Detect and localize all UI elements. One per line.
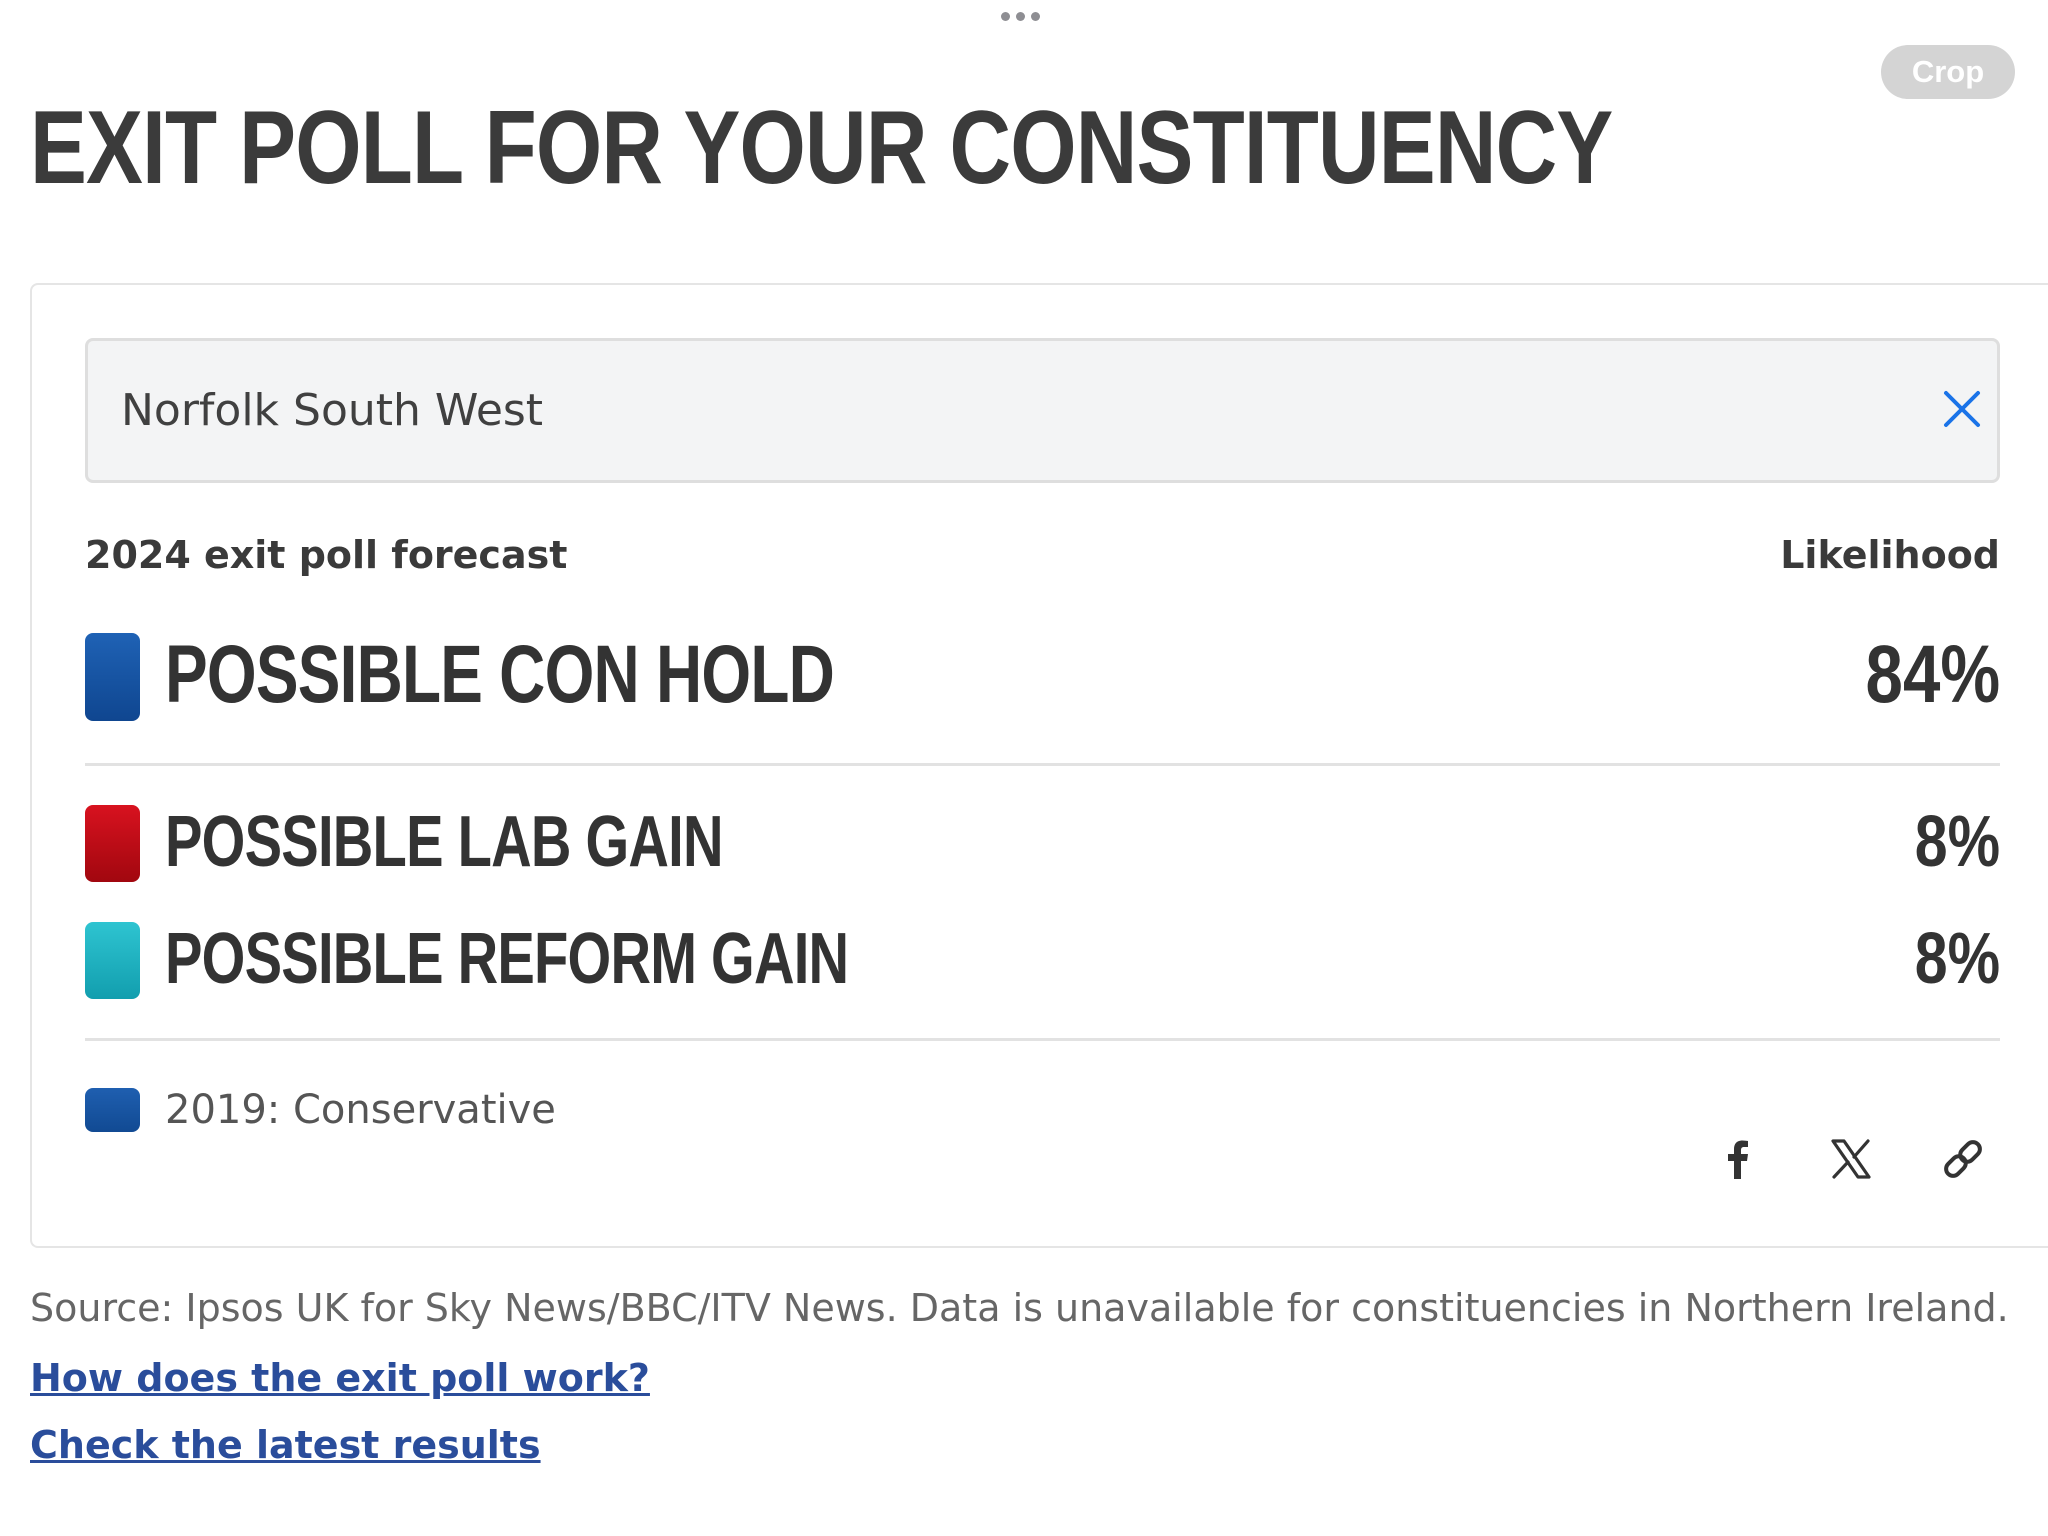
outcome-row-reform-gain: POSSIBLE REFORM GAIN 8% [85, 919, 2000, 1009]
drag-handle[interactable] [1001, 12, 1040, 21]
divider [85, 763, 2000, 766]
party-swatch-lab [85, 805, 140, 882]
forecast-header: 2024 exit poll forecast Likelihood [85, 533, 2000, 593]
dot-icon [1031, 12, 1040, 21]
outcome-likelihood: 84% [1865, 629, 2000, 720]
dot-icon [1001, 12, 1010, 21]
outcome-likelihood: 8% [1914, 919, 2000, 999]
likelihood-label: Likelihood [1780, 533, 2000, 577]
close-icon[interactable] [1942, 389, 1982, 429]
outcome-label: POSSIBLE CON HOLD [165, 629, 835, 720]
party-swatch-reform [85, 922, 140, 999]
how-exit-poll-works-link[interactable]: How does the exit poll work? [30, 1352, 650, 1404]
party-swatch-con [85, 633, 140, 721]
exit-poll-card: 2024 exit poll forecast Likelihood POSSI… [30, 283, 2048, 1248]
constituency-search[interactable] [85, 338, 2000, 483]
forecast-label: 2024 exit poll forecast [85, 533, 568, 577]
outcome-label: POSSIBLE REFORM GAIN [165, 919, 849, 999]
outcome-likelihood: 8% [1914, 802, 2000, 882]
share-bar [1712, 1125, 2012, 1195]
divider [85, 1038, 2000, 1041]
link-icon[interactable] [1937, 1133, 1989, 1185]
constituency-search-input[interactable] [121, 341, 1821, 480]
crop-button[interactable]: Crop [1881, 45, 2015, 99]
previous-result-label: 2019: Conservative [165, 1087, 556, 1133]
page-title: EXIT POLL FOR YOUR CONSTITUENCY [30, 90, 1613, 206]
latest-results-link[interactable]: Check the latest results [30, 1419, 541, 1471]
outcome-label: POSSIBLE LAB GAIN [165, 802, 724, 882]
facebook-icon[interactable] [1712, 1133, 1764, 1185]
x-icon[interactable] [1825, 1133, 1877, 1185]
party-swatch-previous [85, 1088, 140, 1132]
outcome-row-con-hold: POSSIBLE CON HOLD 84% [85, 629, 2000, 721]
outcome-row-lab-gain: POSSIBLE LAB GAIN 8% [85, 802, 2000, 892]
previous-result: 2019: Conservative [85, 1085, 885, 1145]
dot-icon [1016, 12, 1025, 21]
source-note: Source: Ipsos UK for Sky News/BBC/ITV Ne… [30, 1286, 2009, 1330]
